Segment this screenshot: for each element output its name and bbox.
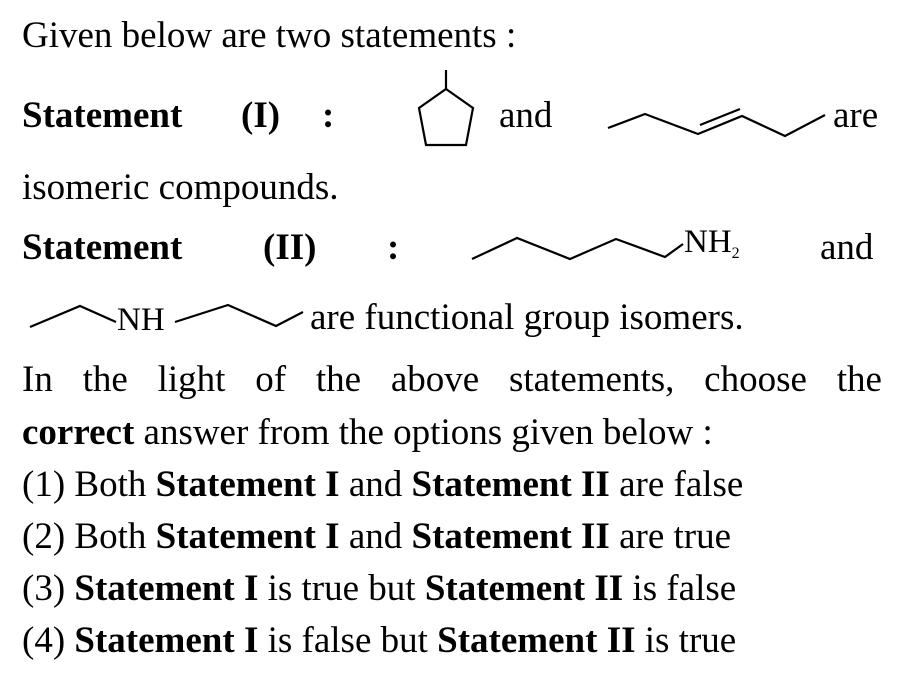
statement2-colon: : — [387, 227, 400, 268]
option-4[interactable]: (4) Statement I is false but Statement I… — [22, 619, 736, 663]
pentylamine-structure — [471, 236, 684, 261]
prompt-line2: correct answer from the options given be… — [22, 412, 713, 453]
statement1-number: (I) — [241, 95, 281, 136]
prompt-line1: In the light of the above statements, ch… — [22, 359, 882, 400]
secondary-amine-structure — [29, 303, 304, 329]
statement1-continuation: isomeric compounds. — [22, 167, 339, 208]
statement1-and: and — [499, 95, 553, 136]
intro-text: Given below are two statements : — [22, 15, 517, 56]
statement1-colon: : — [322, 95, 335, 136]
option-2[interactable]: (2) Both Statement I and Statement II ar… — [22, 515, 731, 559]
statement1-label: Statement — [22, 95, 183, 136]
statement2-label: Statement — [22, 227, 183, 268]
statement2-continuation: are functional group isomers. — [310, 297, 744, 338]
statement1-are: are — [833, 95, 879, 136]
secondary-amine-label: NH — [117, 302, 165, 338]
amine-label: NH2 — [684, 224, 740, 262]
statement2-number: (II) — [263, 227, 317, 268]
statement2-and: and — [820, 227, 874, 268]
option-1[interactable]: (1) Both Statement I and Statement II ar… — [22, 463, 743, 507]
option-3[interactable]: (3) Statement I is true but Statement II… — [22, 567, 736, 611]
methylcyclopentane-structure — [417, 70, 475, 147]
hexene-structure — [607, 107, 826, 138]
